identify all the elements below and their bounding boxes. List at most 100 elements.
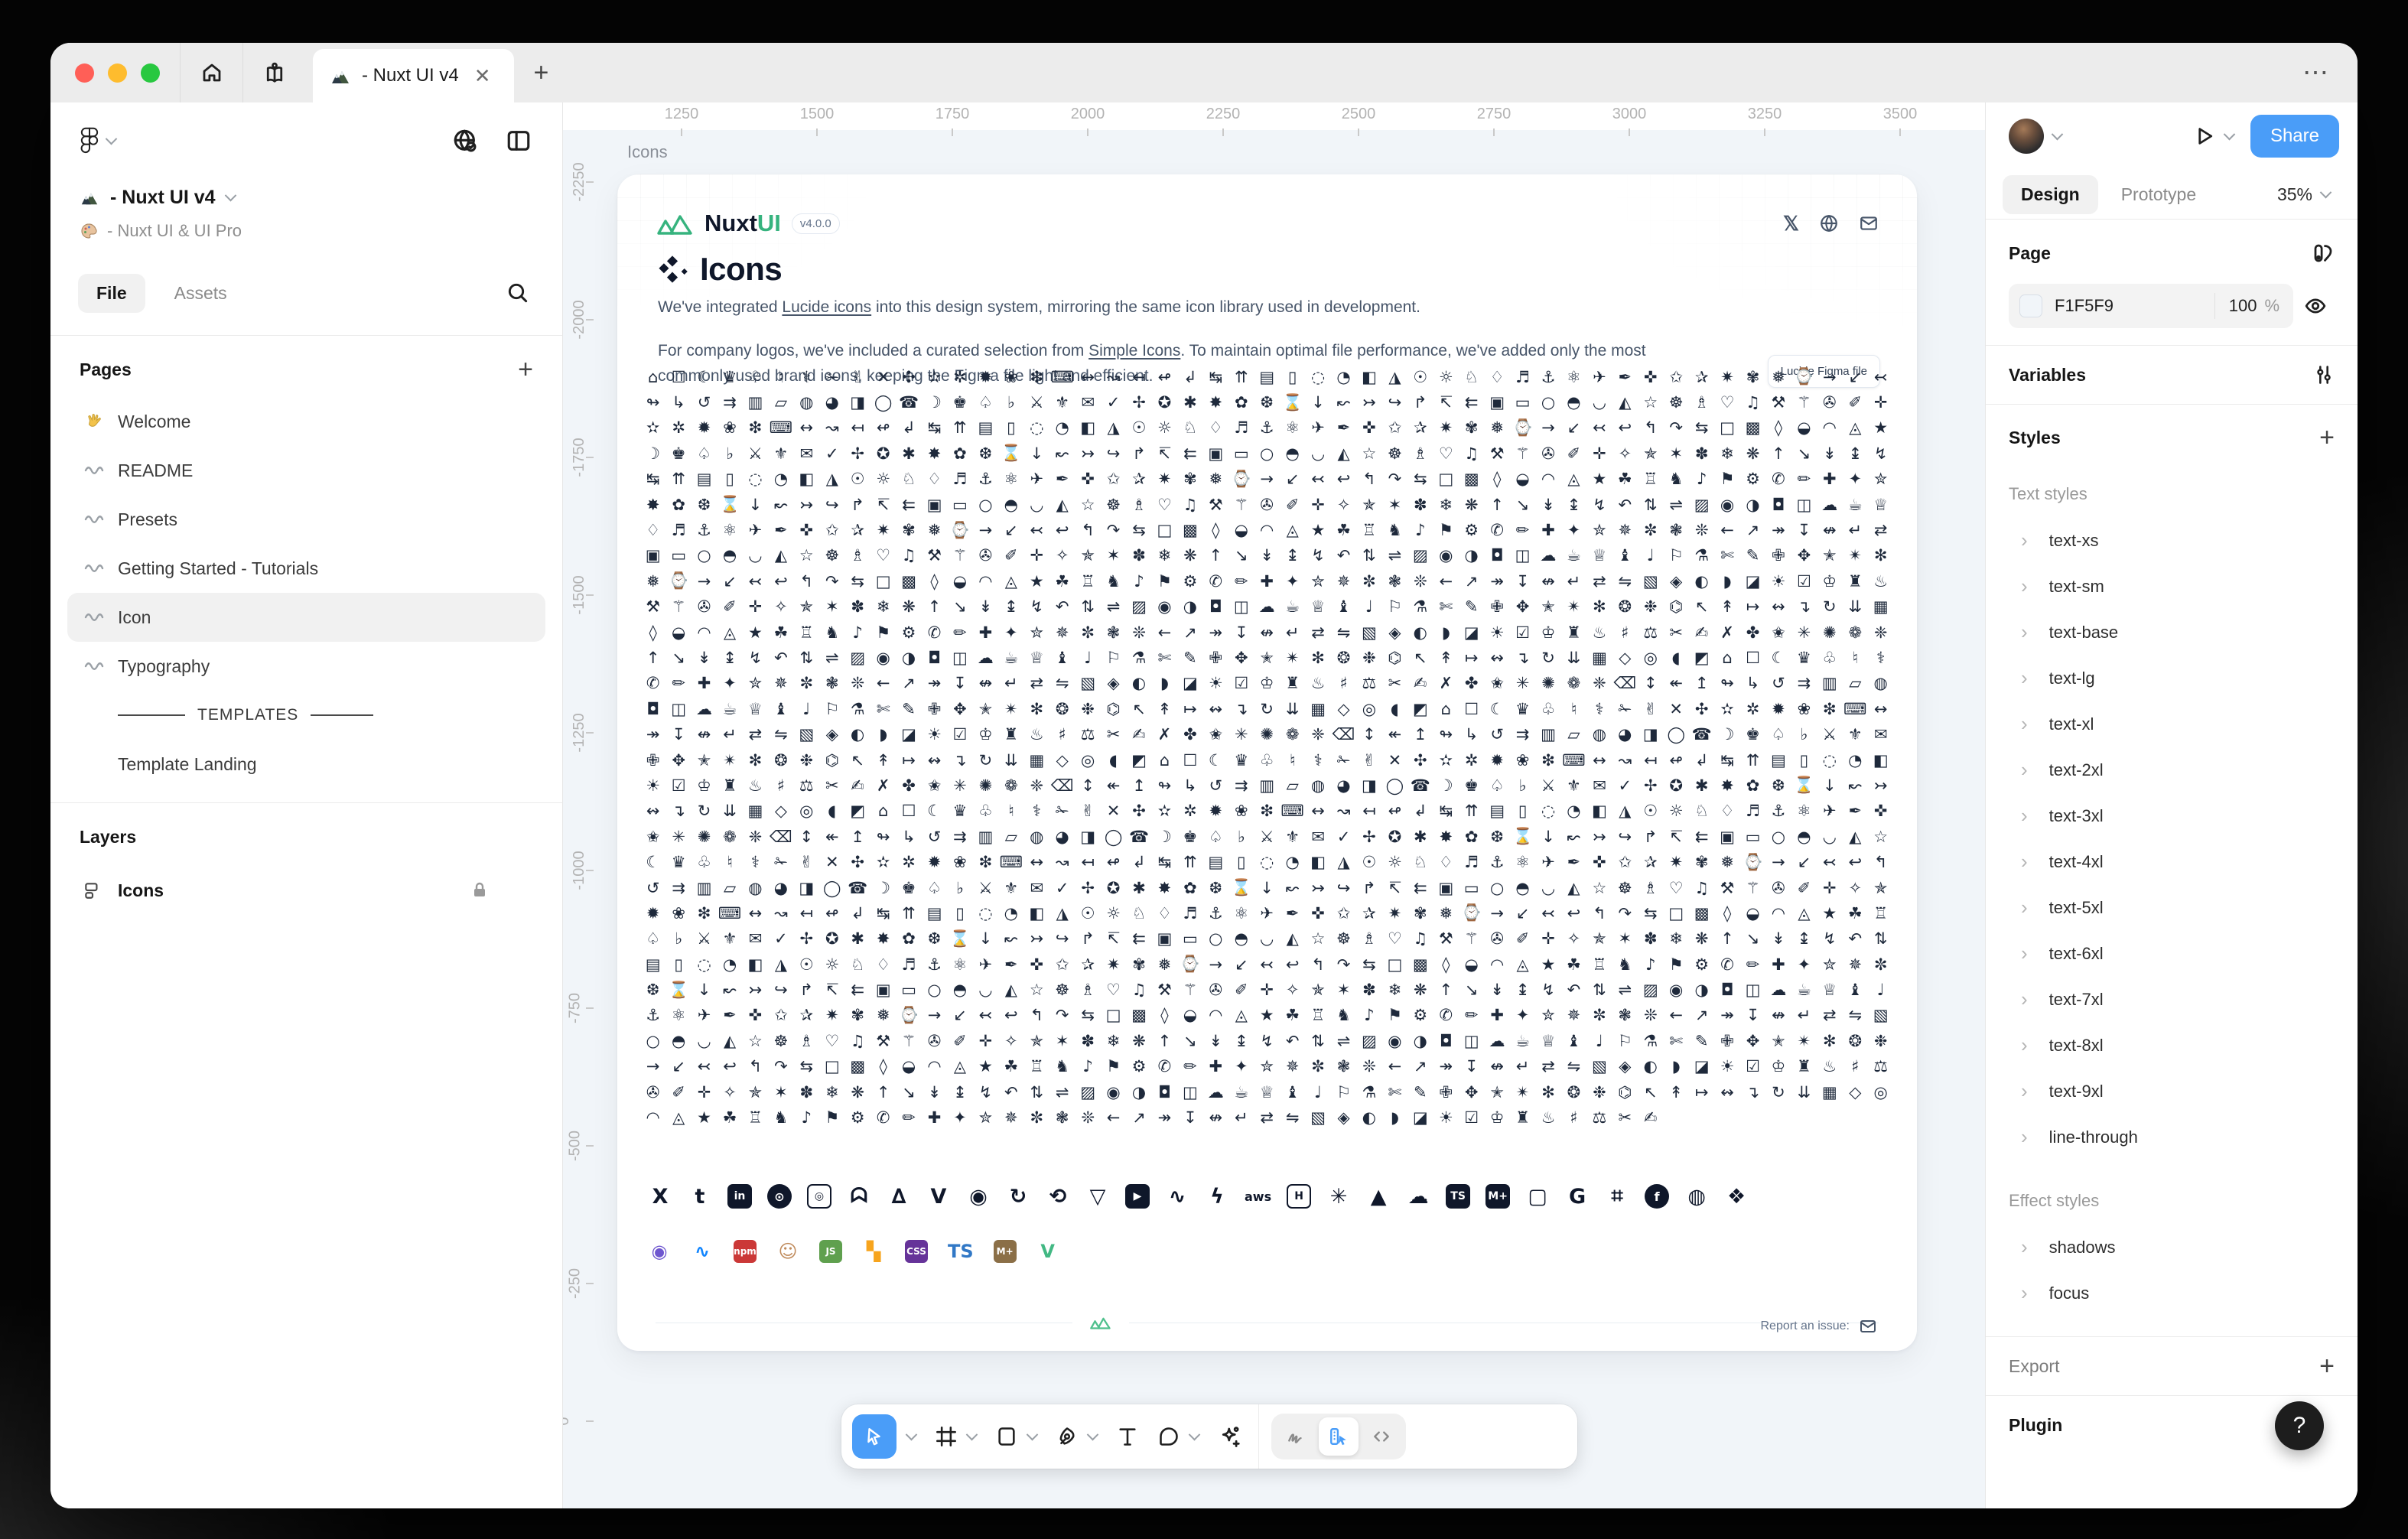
file-title-row[interactable]: - Nuxt UI v4 xyxy=(50,179,562,216)
file-tab-active[interactable]: - Nuxt UI v4 ✕ xyxy=(313,49,514,102)
tab-prototype[interactable]: Prototype xyxy=(2103,175,2214,214)
canvas-icon: ❂ xyxy=(1612,594,1638,620)
page-color-swatch[interactable] xyxy=(2019,294,2042,317)
share-button[interactable]: Share xyxy=(2250,115,2339,158)
chevron-right-icon[interactable]: › xyxy=(2021,668,2028,688)
zoom-control[interactable]: 35% xyxy=(2277,184,2341,205)
chevron-right-icon[interactable]: › xyxy=(2021,622,2028,642)
toggle-sidebar-icon[interactable] xyxy=(506,128,532,154)
page-color-hex[interactable]: F1F5F9 xyxy=(2055,296,2214,316)
add-export-button[interactable]: + xyxy=(2319,1353,2335,1379)
text-tool[interactable] xyxy=(1117,1414,1138,1459)
chevron-right-icon[interactable]: › xyxy=(2021,1127,2028,1147)
main-menu-chevron[interactable] xyxy=(106,132,118,145)
chevron-right-icon[interactable]: › xyxy=(2021,989,2028,1009)
new-tab-button[interactable]: + xyxy=(514,43,569,102)
canvas-icon: ↣ xyxy=(794,492,819,517)
canvas-icon: ✄ xyxy=(1382,1079,1407,1105)
move-tool-chevron[interactable] xyxy=(906,1428,918,1440)
sidebar-page-readme[interactable]: README xyxy=(67,446,545,495)
globe-status-icon[interactable] xyxy=(452,128,478,154)
figma-logo-icon[interactable] xyxy=(80,127,99,155)
text-style-text-sm[interactable]: ›text-sm xyxy=(1986,564,2358,610)
dev-mode-button[interactable] xyxy=(1362,1417,1401,1456)
sidebar-page-typography[interactable]: Typography xyxy=(67,642,545,691)
user-avatar[interactable] xyxy=(2009,119,2044,154)
chevron-right-icon[interactable]: › xyxy=(2021,714,2028,734)
text-style-text-3xl[interactable]: ›text-3xl xyxy=(1986,793,2358,839)
chevron-right-icon[interactable]: › xyxy=(2021,943,2028,963)
sidebar-page-presets[interactable]: Presets xyxy=(67,495,545,544)
effect-style-shadows[interactable]: ›shadows xyxy=(1986,1225,2358,1271)
file-title-chevron[interactable] xyxy=(224,189,236,201)
home-tab[interactable] xyxy=(180,43,242,102)
design-mode-button[interactable] xyxy=(1319,1417,1359,1456)
actions-tool[interactable] xyxy=(1219,1414,1241,1459)
window-menu-button[interactable]: ⋯ xyxy=(2302,43,2330,102)
close-tab-icon[interactable]: ✕ xyxy=(470,63,496,89)
text-style-text-lg[interactable]: ›text-lg xyxy=(1986,656,2358,701)
effect-style-focus[interactable]: ›focus xyxy=(1986,1271,2358,1316)
variables-sliders-icon[interactable] xyxy=(2313,364,2335,386)
present-chevron[interactable] xyxy=(2224,128,2236,140)
sidebar-page-template-landing[interactable]: Template Landing xyxy=(67,740,545,789)
close-window-button[interactable] xyxy=(75,63,94,83)
zoom-window-button[interactable] xyxy=(141,63,160,83)
add-style-button[interactable]: + xyxy=(2319,425,2335,451)
text-style-text-xs[interactable]: ›text-xs xyxy=(1986,518,2358,564)
chevron-right-icon[interactable]: › xyxy=(2021,1035,2028,1055)
frame-tool-chevron[interactable] xyxy=(966,1428,978,1440)
canvas[interactable]: 1250150017502000225025002750300032503500… xyxy=(563,102,1985,1508)
page-color-field[interactable]: F1F5F9 100 % xyxy=(2009,284,2293,328)
page-opacity-value[interactable]: 100 xyxy=(2215,296,2265,316)
text-style-text-7xl[interactable]: ›text-7xl xyxy=(1986,977,2358,1023)
pen-tool[interactable] xyxy=(1056,1414,1078,1459)
tab-assets[interactable]: Assets xyxy=(156,274,246,313)
page-settings-icon[interactable] xyxy=(2312,242,2335,265)
frame-label[interactable]: Icons xyxy=(627,142,668,162)
chevron-right-icon[interactable]: › xyxy=(2021,1081,2028,1101)
comment-tool-chevron[interactable] xyxy=(1189,1428,1201,1440)
add-page-button[interactable]: + xyxy=(518,356,533,382)
shape-tool[interactable] xyxy=(996,1414,1017,1459)
canvas-icon: ♚ xyxy=(896,875,921,900)
icons-frame[interactable]: NuxtUI v4.0.0 𝕏 Icons We've integrat xyxy=(617,174,1917,1351)
chevron-right-icon[interactable]: › xyxy=(2021,576,2028,596)
move-tool[interactable] xyxy=(852,1414,896,1459)
text-style-text-2xl[interactable]: ›text-2xl xyxy=(1986,747,2358,793)
chevron-right-icon[interactable]: › xyxy=(2021,530,2028,550)
chevron-right-icon[interactable]: › xyxy=(2021,805,2028,825)
text-style-text-5xl[interactable]: ›text-5xl xyxy=(1986,885,2358,931)
chevron-right-icon[interactable]: › xyxy=(2021,1283,2028,1303)
chevron-right-icon[interactable]: › xyxy=(2021,1237,2028,1257)
shape-tool-chevron[interactable] xyxy=(1027,1428,1039,1440)
text-style-text-9xl[interactable]: ›text-9xl xyxy=(1986,1069,2358,1114)
draw-mode-button[interactable] xyxy=(1276,1417,1316,1456)
chevron-right-icon[interactable]: › xyxy=(2021,897,2028,917)
present-play-icon[interactable] xyxy=(2193,125,2216,148)
chevron-right-icon[interactable]: › xyxy=(2021,851,2028,871)
text-style-text-6xl[interactable]: ›text-6xl xyxy=(1986,931,2358,977)
community-tab[interactable] xyxy=(242,43,305,102)
sidebar-page-welcome[interactable]: Welcome xyxy=(67,397,545,446)
avatar-chevron[interactable] xyxy=(2052,128,2064,140)
text-style-text-4xl[interactable]: ›text-4xl xyxy=(1986,839,2358,885)
tab-design[interactable]: Design xyxy=(2003,175,2098,214)
layer-row-icons[interactable]: Icons xyxy=(67,864,545,916)
search-icon[interactable] xyxy=(506,281,530,305)
text-style-text-8xl[interactable]: ›text-8xl xyxy=(1986,1023,2358,1069)
visibility-eye-icon[interactable] xyxy=(2304,294,2327,317)
tab-file[interactable]: File xyxy=(78,274,145,313)
help-button[interactable]: ? xyxy=(2275,1401,2324,1450)
text-style-line-through[interactable]: ›line-through xyxy=(1986,1114,2358,1160)
sidebar-page-icon[interactable]: Icon xyxy=(67,593,545,642)
minimize-window-button[interactable] xyxy=(108,63,127,83)
comment-tool[interactable] xyxy=(1158,1414,1180,1459)
lock-icon[interactable] xyxy=(470,881,489,900)
text-style-text-xl[interactable]: ›text-xl xyxy=(1986,701,2358,747)
chevron-right-icon[interactable]: › xyxy=(2021,760,2028,779)
sidebar-page-getting-started-tutorials[interactable]: Getting Started - Tutorials xyxy=(67,544,545,593)
pen-tool-chevron[interactable] xyxy=(1087,1428,1099,1440)
text-style-text-base[interactable]: ›text-base xyxy=(1986,610,2358,656)
frame-tool[interactable] xyxy=(936,1414,957,1459)
